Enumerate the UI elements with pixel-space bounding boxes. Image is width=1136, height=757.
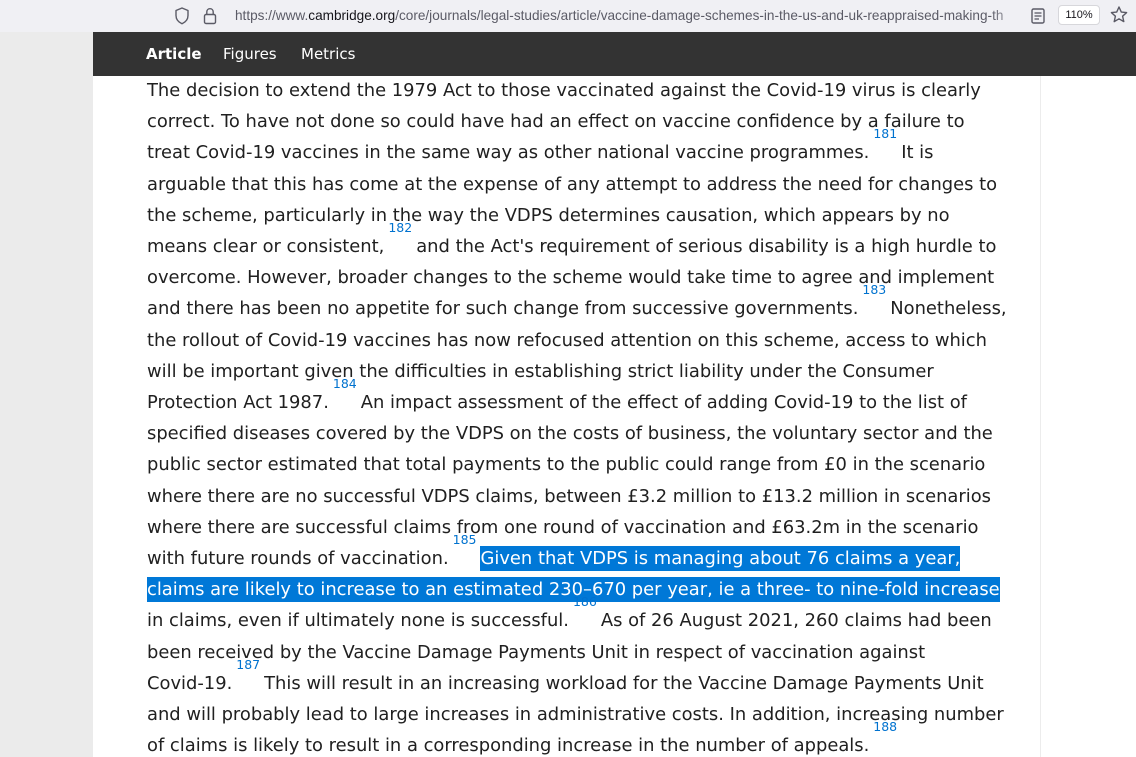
text-line: will be important given the difficulties… [147,360,934,382]
footnote-link[interactable]: 181 [869,126,901,141]
bookmark-star-icon[interactable] [1108,4,1130,26]
zoom-level-badge[interactable]: 110% [1058,5,1100,25]
url-path: /core/journals/legal-studies/article/vac… [395,8,1004,23]
tab-figures[interactable]: Figures [223,32,277,76]
browser-toolbar: https://www.cambridge.org/core/journals/… [0,0,1136,32]
text-segment: An impact assessment of the effect of ad… [360,392,967,414]
text-line: public sector estimated that total payme… [147,454,986,476]
text-line: means clear or consistent,182and the Act… [147,221,1037,262]
footnote-link[interactable]: 185 [449,532,481,547]
footnote-link[interactable]: 182 [384,220,416,235]
text-segment: It is [901,142,934,164]
footnote-link[interactable]: 183 [858,282,890,297]
web-page: Article Figures Metrics The decision to … [0,32,1136,757]
text-line: in claims, even if ultimately none is su… [147,596,1037,636]
text-segment: with future rounds of vaccination. [147,548,449,570]
footnote-link[interactable]: 187 [232,657,264,672]
article-paragraph: The decision to extend the 1979 Act to t… [147,76,1037,757]
text-line: The decision to extend the 1979 Act to t… [147,80,981,101]
text-segment: This will result in an increasing worklo… [264,672,984,694]
text-line: the rollout of Covid-19 vaccines has now… [147,329,987,351]
text-line: and there has been no appetite for such … [147,284,1037,324]
text-segment: Protection Act 1987. [147,392,329,414]
url-host: cambridge.org [308,8,396,23]
address-bar-url[interactable]: https://www.cambridge.org/core/journals/… [235,5,1023,27]
text-line: treat Covid-19 vaccines in the same way … [147,128,1037,168]
text-segment: in claims, even if ultimately none is su… [147,610,569,632]
text-segment: As of 26 August 2021, 260 claims had bee… [600,610,992,632]
text-line: correct. To have not done so could have … [147,111,965,133]
reader-view-icon[interactable] [1027,5,1049,27]
text-segment: treat Covid-19 vaccines in the same way … [147,142,870,164]
text-segment: Covid-19. [147,672,233,694]
text-segment: Nonetheless, [890,298,1007,320]
text-segment: and there has been no appetite for such … [147,298,859,320]
article-content: The decision to extend the 1979 Act to t… [93,76,1136,757]
text-segment: and the Act's requirement of serious dis… [416,236,997,258]
text-line: and will probably lead to large increase… [147,704,1004,726]
text-segment: means clear or consistent, [147,236,385,258]
footnote-link[interactable]: 188 [869,719,901,734]
text-line: overcome. However, broader changes to th… [147,267,995,289]
selected-text[interactable]: Given that VDPS is managing about 76 cla… [480,546,961,572]
url-prefix: https://www. [235,8,309,23]
lock-icon[interactable] [200,5,220,27]
text-line: of claims is likely to result in a corre… [147,721,1037,757]
tab-metrics[interactable]: Metrics [301,32,355,76]
article-tab-bar: Article Figures Metrics [93,32,1136,76]
text-line: specified diseases covered by the VDPS o… [147,423,993,445]
text-line: Protection Act 1987.184An impact assessm… [147,377,1037,418]
text-line: where there are no successful VDPS claim… [147,485,991,507]
text-line: been received by the Vaccine Damage Paym… [147,641,926,663]
shield-icon[interactable] [172,5,192,27]
text-line: the scheme, particularly in the way the … [147,204,950,226]
text-line: Covid-19.187This will result in an incre… [147,658,1037,699]
text-line: where there are successful claims from o… [147,516,979,538]
column-divider [1040,76,1041,757]
text-line: arguable that this has come at the expen… [147,173,998,195]
footnote-link[interactable]: 184 [329,376,361,391]
tab-article[interactable]: Article [146,32,202,76]
text-segment: of claims is likely to result in a corre… [147,735,870,757]
footnote-link[interactable]: 186 [569,594,601,609]
text-line: with future rounds of vaccination.185Giv… [147,533,1037,574]
